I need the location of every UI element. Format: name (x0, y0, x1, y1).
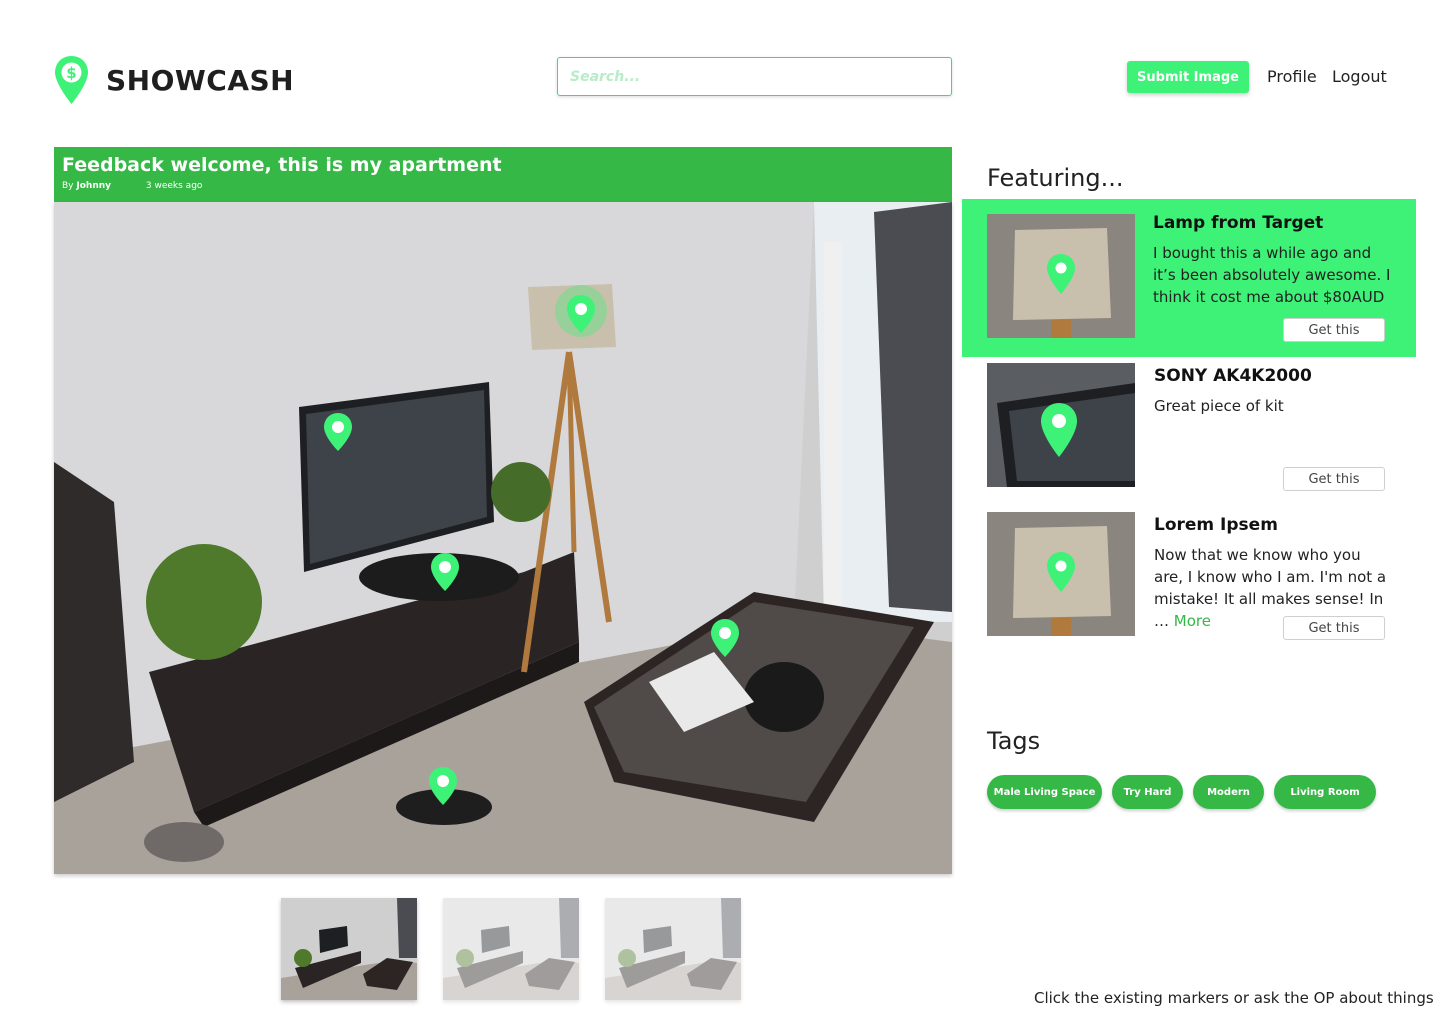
post-header: Feedback welcome, this is my apartment B… (54, 147, 952, 202)
logout-link[interactable]: Logout (1332, 67, 1387, 86)
main-photo (54, 202, 952, 874)
location-marker-icon[interactable] (430, 552, 460, 592)
featured-item-image[interactable] (987, 512, 1135, 636)
get-this-button[interactable]: Get this (1283, 467, 1385, 491)
featuring-heading: Featuring... (987, 164, 1124, 192)
svg-text:$: $ (66, 64, 76, 82)
location-marker-icon[interactable] (710, 618, 740, 658)
tag-male-living-space[interactable]: Male Living Space (987, 775, 1102, 809)
search-input[interactable] (558, 58, 951, 95)
photo-thumbnail[interactable] (281, 898, 417, 1000)
lamp-photo (987, 512, 1135, 636)
featured-item-image[interactable] (987, 214, 1135, 338)
get-this-button[interactable]: Get this (1283, 616, 1385, 640)
thumbnail-image (605, 898, 741, 1000)
featured-item-title[interactable]: SONY AK4K2000 (1154, 366, 1312, 386)
post-time: 3 weeks ago (145, 181, 203, 191)
get-this-button[interactable]: Get this (1283, 318, 1385, 342)
tag-try-hard[interactable]: Try Hard (1112, 775, 1183, 809)
submit-image-button[interactable]: Submit Image (1127, 61, 1249, 93)
lamp-photo (987, 214, 1135, 338)
location-marker-icon[interactable] (566, 294, 596, 334)
location-marker-icon[interactable] (428, 766, 458, 806)
brand-logo[interactable]: $ SHOWCASH (53, 54, 294, 106)
profile-link[interactable]: Profile (1267, 67, 1317, 86)
search-box[interactable] (557, 57, 952, 96)
by-label: By (62, 181, 74, 191)
footer-hint: Click the existing markers or ask the OP… (1034, 989, 1434, 1007)
featured-item-title[interactable]: Lamp from Target (1153, 213, 1323, 233)
featured-item-image[interactable] (987, 363, 1135, 487)
more-link[interactable]: More (1174, 612, 1211, 630)
location-marker-icon[interactable] (323, 412, 353, 452)
thumbnail-image (443, 898, 579, 1000)
tag-modern[interactable]: Modern (1193, 775, 1264, 809)
tag-living-room[interactable]: Living Room (1274, 775, 1376, 809)
featured-item-description: Great piece of kit (1154, 397, 1284, 415)
brand-name: SHOWCASH (106, 63, 295, 97)
post-author[interactable]: Johnny (76, 181, 111, 191)
tags-heading: Tags (987, 727, 1041, 755)
dollar-pin-logo-icon: $ (55, 56, 88, 104)
post-title: Feedback welcome, this is my apartment (62, 154, 502, 176)
post-meta: By Johnny 3 weeks ago (62, 181, 202, 191)
thumbnail-image (281, 898, 417, 1000)
room-photo (54, 202, 952, 874)
featured-item-description: I bought this a while ago and it’s been … (1153, 244, 1391, 306)
photo-thumbnail[interactable] (443, 898, 579, 1000)
tv-photo (987, 363, 1135, 487)
photo-thumbnail[interactable] (605, 898, 741, 1000)
featured-item-title[interactable]: Lorem Ipsem (1154, 515, 1278, 535)
